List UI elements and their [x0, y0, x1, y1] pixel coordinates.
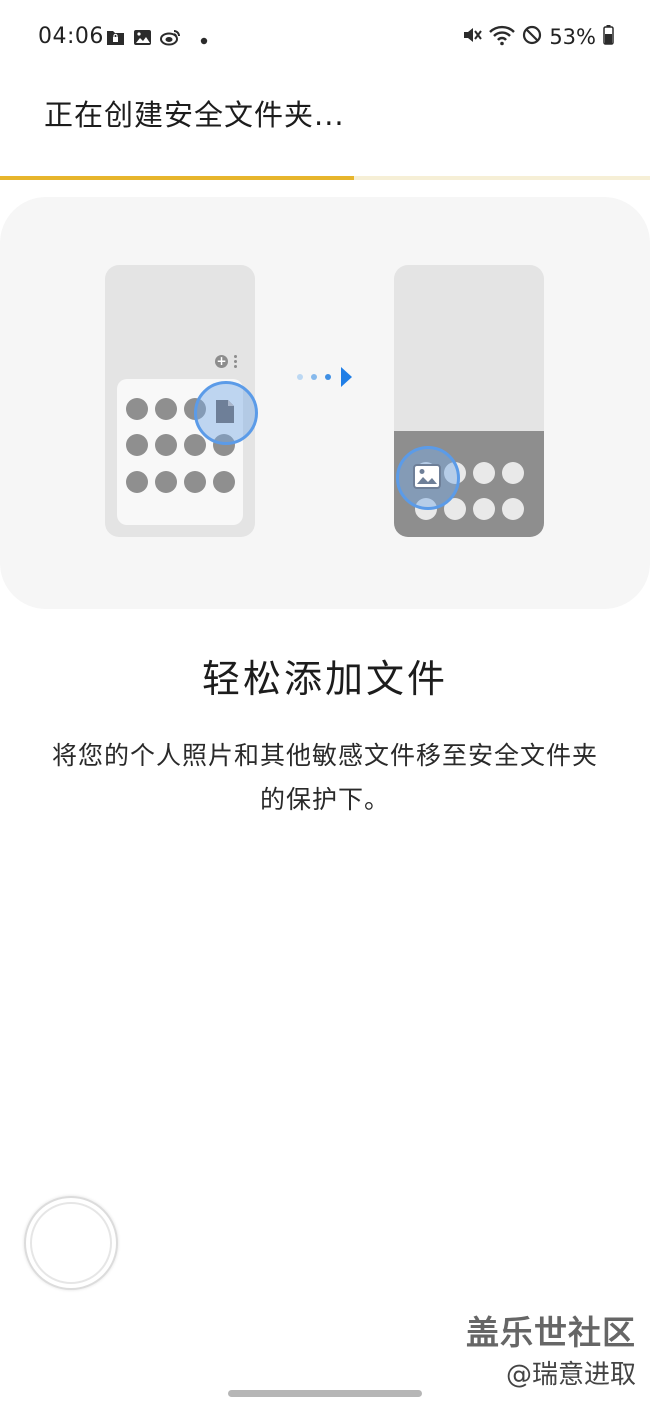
grid-dot: [473, 498, 495, 520]
add-icon: +: [215, 354, 228, 368]
highlight-circle: [194, 381, 258, 445]
grid-dot: [155, 434, 177, 456]
status-bar: 04:06 53%: [0, 0, 650, 76]
notification-dot-icon: [200, 30, 208, 49]
weibo-icon: [160, 28, 182, 50]
grid-dot: [502, 462, 524, 484]
watermark-logo: 盖乐世社区: [466, 1313, 636, 1352]
notification-icons: [106, 28, 208, 50]
wifi-icon: [489, 24, 516, 50]
illustration-card: [0, 197, 650, 609]
illustration-phone-source: +: [105, 265, 258, 537]
grid-dot: [473, 462, 495, 484]
battery-icon: [603, 25, 614, 49]
page-title: 正在创建安全文件夹...: [44, 98, 345, 132]
progress-bar-fill: [0, 176, 355, 180]
grid-dot: [126, 434, 148, 456]
highlight-circle: [396, 446, 460, 510]
watermark-user: @瑞意进取: [505, 1360, 636, 1390]
grid-dot: [502, 498, 524, 520]
do-not-disturb-icon: [522, 25, 542, 49]
feature-description: 将您的个人照片和其他敏感文件移至安全文件夹的保护下。: [51, 741, 598, 814]
document-icon: [214, 398, 236, 429]
status-time: 04:06: [38, 24, 104, 49]
grid-dot: [155, 398, 177, 420]
mute-icon: [462, 25, 483, 49]
grid-dot: [126, 398, 148, 420]
battery-percentage: 53%: [549, 25, 596, 49]
navigation-gesture-handle[interactable]: [228, 1390, 422, 1397]
secure-folder-setup-screen: 04:06 53% 正在创建安全文件夹... + 轻松添加文件 将您的个人照片和…: [0, 0, 650, 1408]
system-icons: 53%: [462, 24, 614, 50]
more-options-icon: [234, 355, 238, 369]
grid-dot: [184, 434, 206, 456]
progress-bar: [0, 176, 650, 180]
arrow-right-icon: [294, 366, 356, 388]
grid-dot: [155, 471, 177, 493]
gallery-icon: [133, 29, 152, 50]
grid-dot: [126, 471, 148, 493]
folder-lock-icon: [106, 29, 125, 50]
image-icon: [413, 464, 441, 493]
floating-assistant-button[interactable]: [24, 1196, 118, 1290]
grid-dot: [184, 471, 206, 493]
feature-title: 轻松添加文件: [201, 657, 448, 701]
grid-dot: [213, 471, 235, 493]
